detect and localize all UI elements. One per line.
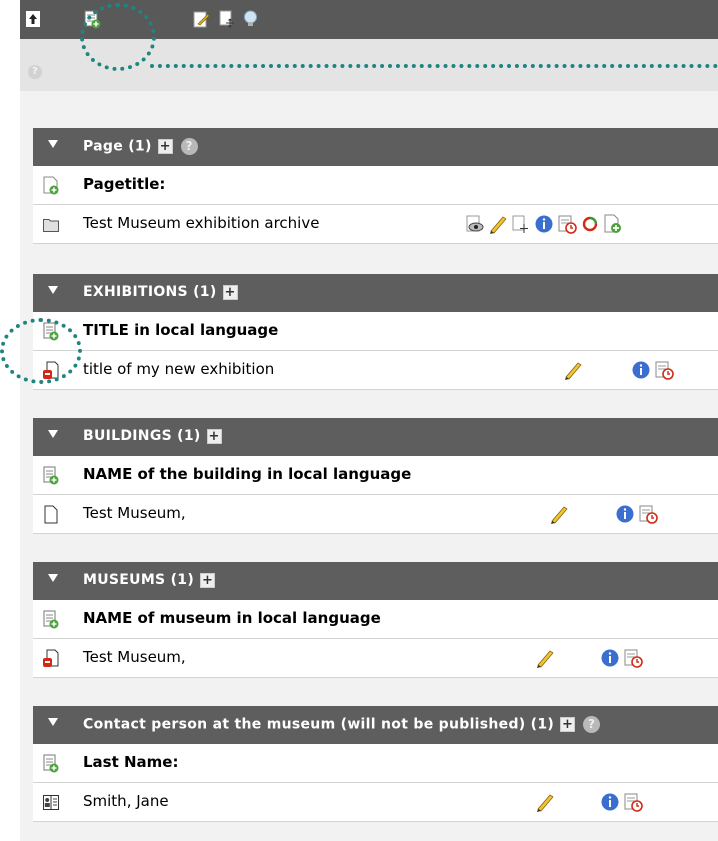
record-row: Test Museum, [33,495,718,534]
edit-pencil-icon[interactable] [488,214,508,234]
field-label: Last Name: [83,753,179,771]
new-record-icon[interactable] [43,754,59,773]
add-record-plus-icon[interactable]: + [222,284,238,300]
field-label: TITLE in local language [83,321,279,339]
move-page-icon[interactable] [219,10,236,29]
new-page-icon[interactable] [43,176,59,195]
section-header: Contact person at the museum (will not b… [33,706,718,744]
info-icon[interactable] [600,792,620,812]
collapse-caret-icon[interactable] [48,718,58,726]
refresh-icon[interactable] [580,214,600,234]
record-title[interactable]: title of my new exhibition [83,360,274,378]
collapse-caret-icon[interactable] [48,286,58,294]
collapse-caret-icon[interactable] [48,140,58,148]
new-record-icon[interactable] [43,466,59,485]
section-title: BUILDINGS (1) [83,428,201,444]
go-up-icon[interactable] [26,11,40,27]
highlight-connector-line [150,64,718,68]
history-icon[interactable] [638,504,658,524]
history-icon[interactable] [654,360,674,380]
collapse-caret-icon[interactable] [48,574,58,582]
edit-pencil-icon[interactable] [535,792,555,812]
section-page: Page (1) +? Pagetitle: Test Museum exhibi… [33,128,718,244]
view-icon[interactable] [465,214,485,234]
section-title: EXHIBITIONS (1) [83,284,217,300]
section-title: MUSEUMS (1) [83,572,195,588]
help-icon[interactable]: ? [180,138,198,155]
section-museums: MUSEUMS (1) + NAME of museum in local lan… [33,562,718,678]
field-label: Pagetitle: [83,175,166,193]
info-icon[interactable] [534,214,554,234]
record-row: Test Museum exhibition archive [33,205,718,244]
blank-page-icon[interactable] [43,505,59,524]
add-record-plus-icon[interactable]: + [157,139,173,154]
section-contact-person: Contact person at the museum (will not b… [33,706,718,822]
info-icon[interactable] [600,648,620,668]
add-record-plus-icon[interactable]: + [560,717,576,732]
section-exhibitions: EXHIBITIONS (1) + TITLE in local language… [33,274,718,390]
section-buildings: BUILDINGS (1) + NAME of the building in l… [33,418,718,534]
add-record-plus-icon[interactable]: + [200,572,216,588]
highlight-circle-record [0,318,82,384]
history-icon[interactable] [623,648,643,668]
record-title[interactable]: Test Museum exhibition archive [83,214,319,232]
field-label: NAME of the building in local language [83,465,412,483]
new-subpage-icon[interactable] [603,214,623,234]
collapse-caret-icon[interactable] [48,430,58,438]
folder-icon[interactable] [43,217,59,232]
lightbulb-icon[interactable] [242,10,259,29]
record-title[interactable]: Test Museum, [83,648,186,666]
edit-pencil-icon[interactable] [535,648,555,668]
move-icon[interactable] [511,214,531,234]
history-icon[interactable] [623,792,643,812]
field-row: TITLE in local language [33,312,718,351]
record-row: Test Museum, [33,639,718,678]
edit-page-icon[interactable] [193,10,210,29]
address-card-icon[interactable] [43,794,59,811]
section-header: Page (1) +? [33,128,718,166]
record-row: Smith, Jane [33,783,718,822]
section-title: Contact person at the museum (will not b… [83,716,555,733]
info-icon[interactable] [615,504,635,524]
field-row: NAME of museum in local language [33,600,718,639]
new-record-icon[interactable] [43,610,59,629]
add-record-plus-icon[interactable]: + [206,428,222,444]
edit-pencil-icon[interactable] [563,360,583,380]
field-row: Pagetitle: [33,166,718,205]
section-header: EXHIBITIONS (1) + [33,274,718,312]
section-header: MUSEUMS (1) + [33,562,718,600]
section-title: Page (1) [83,138,152,155]
highlight-circle-toolbar [80,3,156,71]
info-icon[interactable] [631,360,651,380]
record-row: title of my new exhibition [33,351,718,390]
field-row: Last Name: [33,744,718,783]
help-icon[interactable]: ? [28,65,42,79]
field-label: NAME of museum in local language [83,609,381,627]
record-title[interactable]: Smith, Jane [83,792,169,810]
help-icon[interactable]: ? [583,716,601,733]
edit-pencil-icon[interactable] [549,504,569,524]
section-header: BUILDINGS (1) + [33,418,718,456]
history-icon[interactable] [557,214,577,234]
field-row: NAME of the building in local language [33,456,718,495]
museum-record-icon[interactable] [43,649,59,668]
record-title[interactable]: Test Museum, [83,504,186,522]
